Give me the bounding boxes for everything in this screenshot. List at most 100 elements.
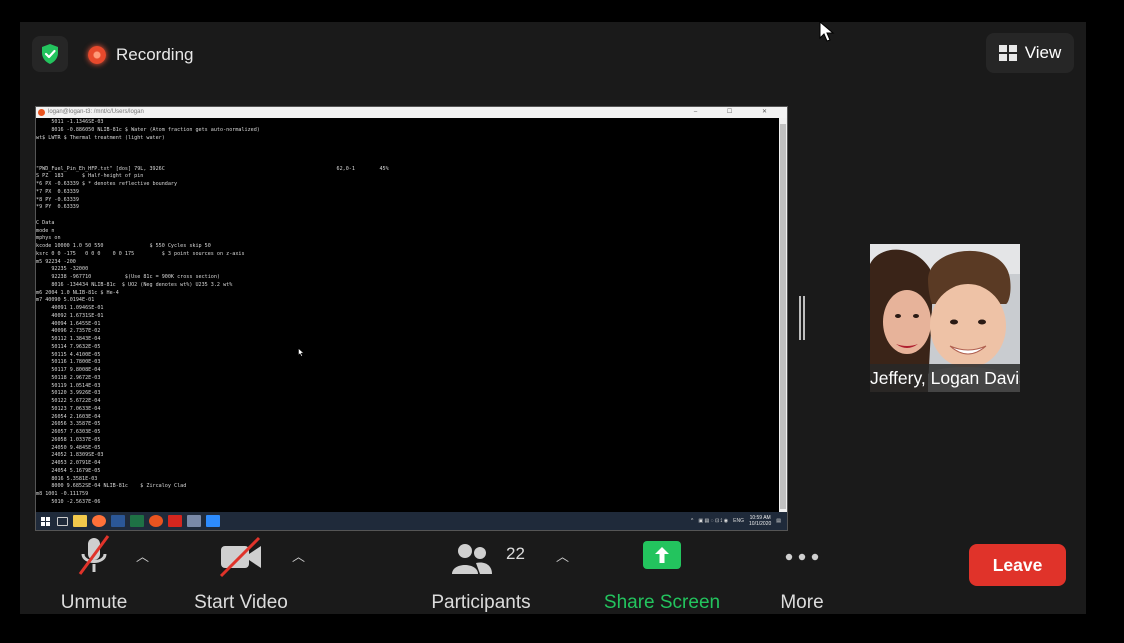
grid-view-icon [998,45,1017,61]
window-controls[interactable]: – ☐ ✕ [694,107,781,118]
system-tray: ^ ▣ ▤ ◌ ⊡ ⟟ ◉ ENG 10:59 AM 10/1/2020 ▤ [691,512,781,530]
terminal-line: 5011 -1.1346SE-03 [36,119,104,125]
acrobat-icon[interactable] [167,515,182,527]
zoom-meeting-window: Recording View logan@logan-t3: /mnt/c/Us… [20,21,1086,614]
more-button[interactable]: More [772,530,832,614]
participant-name: Jeffery, Logan Davis [870,364,1020,392]
terminal-line: 40094 1.6455E-01 [36,320,101,327]
terminal-line: ksrc 0 0 -175 0 0 0 0 0 175 $ 3 point so… [36,250,245,257]
excel-icon[interactable] [129,515,144,527]
audio-options-caret-icon[interactable]: ︿ [136,546,149,565]
terminal-window-title: logan@logan-t3: /mnt/c/Users/logan [48,109,144,115]
share-screen-icon [643,541,681,569]
start-video-button[interactable]: Start Video [190,530,292,614]
recording-label: Recording [116,45,194,64]
tray-icons[interactable]: ▣ ▤ ◌ ⊡ ⟟ ◉ [698,518,728,524]
security-shield-icon[interactable] [32,36,68,72]
ubuntu-taskbar-icon[interactable] [148,515,163,527]
participants-button[interactable]: 22 Participants [426,530,536,614]
terminal-line: 8016 -0.886050 NLIB-81c $ Water (Atom fr… [36,126,260,133]
terminal-line: *8 PY -0.63339 [36,196,79,203]
terminal-line: *9 PY 0.63339 [36,204,79,211]
terminal-line: wt$ LWTR $ Thermal treatment (light wate… [36,134,165,141]
terminal-line: 50114 7.9632E-05 [36,343,101,350]
panel-resize-handle[interactable] [799,296,805,340]
video-options-caret-icon[interactable]: ︿ [292,546,305,565]
leave-button[interactable]: Leave [969,544,1066,586]
terminal-line: *6 PX -0.63339 $ * denotes reflective bo… [36,181,178,187]
terminal-line: C Data [36,219,55,226]
terminal-title-bar[interactable]: logan@logan-t3: /mnt/c/Users/logan – ☐ ✕ [36,107,787,118]
terminal-line: 26057 7.6303E-05 [36,429,101,435]
more-dots-icon [785,553,819,561]
terminal-line: 50112 1.3843E-04 [36,336,101,342]
terminal-line: 50116 1.7800E-03 [36,359,101,366]
unmute-button[interactable]: Unmute [58,530,130,614]
video-camera-off-icon [219,536,261,578]
terminal-line: 24050 9.4845E-05 [36,444,101,451]
participants-icon [452,544,492,574]
participants-options-caret-icon[interactable]: ︿ [556,546,569,565]
terminal-line: 50117 9.8008E-04 [36,367,101,373]
terminal-line: m5 92234 -200 [36,258,76,265]
notification-icon[interactable]: ▤ [776,518,781,524]
terminal-line: 24053 2.0791E-04 [36,460,101,466]
terminal-line: 26054 2.1603E-04 [36,413,101,420]
terminal-line: "PWD_Fuel_Pin_Eh_HFP.txt" [dos] 79L, 392… [36,165,389,172]
zoom-taskbar-icon[interactable] [205,515,220,527]
terminal-line: *7 PX 0.63339 [36,188,79,195]
start-video-label: Start Video [194,592,288,613]
terminal-line: mode n [36,227,55,234]
tray-clock[interactable]: 10:59 AM 10/1/2020 [749,515,771,527]
terminal-line: mphys on [36,235,61,242]
view-button[interactable]: View [986,33,1074,73]
terminal-line: 5010 -2.5637E-06 [36,498,101,505]
clock-date: 10/1/2020 [749,521,772,527]
terminal-line: 26058 1.0337E-05 [36,436,101,443]
windows-start-icon[interactable] [36,512,54,530]
terminal-line: 40096 2.7357E-02 [36,328,101,335]
terminal-line: 50122 5.6722E-04 [36,398,101,404]
participant-video-tile[interactable]: Jeffery, Logan Davis [870,244,1020,392]
terminal-line: 8000 9.6852SE-04 NLIB-81c $ Zircaloy Cla… [36,483,187,490]
terminal-line: 40091 1.0946SE-01 [36,305,104,311]
tray-chevron-icon[interactable]: ^ [691,518,693,524]
terminal-line: 24052 1.8309SE-03 [36,452,104,459]
terminal-line: 8016 -134434 NLIB-81c $ UO2 (Neg denotes… [36,281,233,288]
task-view-icon[interactable] [56,516,68,526]
share-screen-button[interactable]: Share Screen [602,530,722,614]
microphone-muted-icon [78,535,110,575]
terminal-line: 40092 1.6731SE-01 [36,312,104,319]
terminal-line: 26056 3.3587E-05 [36,421,101,428]
terminal-line: 50120 3.9926E-03 [36,390,101,397]
recording-dot-icon [88,46,106,64]
terminal-line: kcode 10000 1.0 50 550 $ 550 Cycles skip… [36,243,211,249]
terminal-scrollbar[interactable] [779,118,787,512]
app-icon[interactable] [186,515,201,527]
share-screen-label: Share Screen [603,592,721,613]
terminal-line: 50118 2.9672E-03 [36,374,101,381]
tray-language[interactable]: ENG [733,518,744,524]
firefox-icon[interactable] [91,515,106,527]
terminal-line: S PZ 183 $ Half-height of pin [36,173,144,180]
participants-count: 22 [506,544,525,563]
terminal-line: 24054 5.1679E-05 [36,467,101,474]
file-explorer-icon[interactable] [72,515,87,527]
windows-taskbar: ^ ▣ ▤ ◌ ⊡ ⟟ ◉ ENG 10:59 AM 10/1/2020 ▤ [36,512,787,530]
terminal-line: m8 1001 -0.111759 [36,491,89,497]
terminal-line: 50119 1.0514E-03 [36,382,101,389]
shared-screen[interactable]: logan@logan-t3: /mnt/c/Users/logan – ☐ ✕… [35,106,788,531]
participants-label: Participants [431,592,531,613]
meeting-toolbar: Unmute ︿ Start Video ︿ 22 Participants ︿ [20,530,1086,614]
word-icon[interactable] [110,515,125,527]
terminal-line: 50123 7.0633E-04 [36,405,101,412]
terminal-line: 92235 -32000 [36,266,89,273]
recording-indicator[interactable]: Recording [88,42,194,68]
unmute-label: Unmute [60,592,128,613]
mouse-pointer-icon [819,21,835,42]
terminal-content[interactable]: 5011 -1.1346SE-03 8016 -0.886050 NLIB-81… [36,118,779,512]
